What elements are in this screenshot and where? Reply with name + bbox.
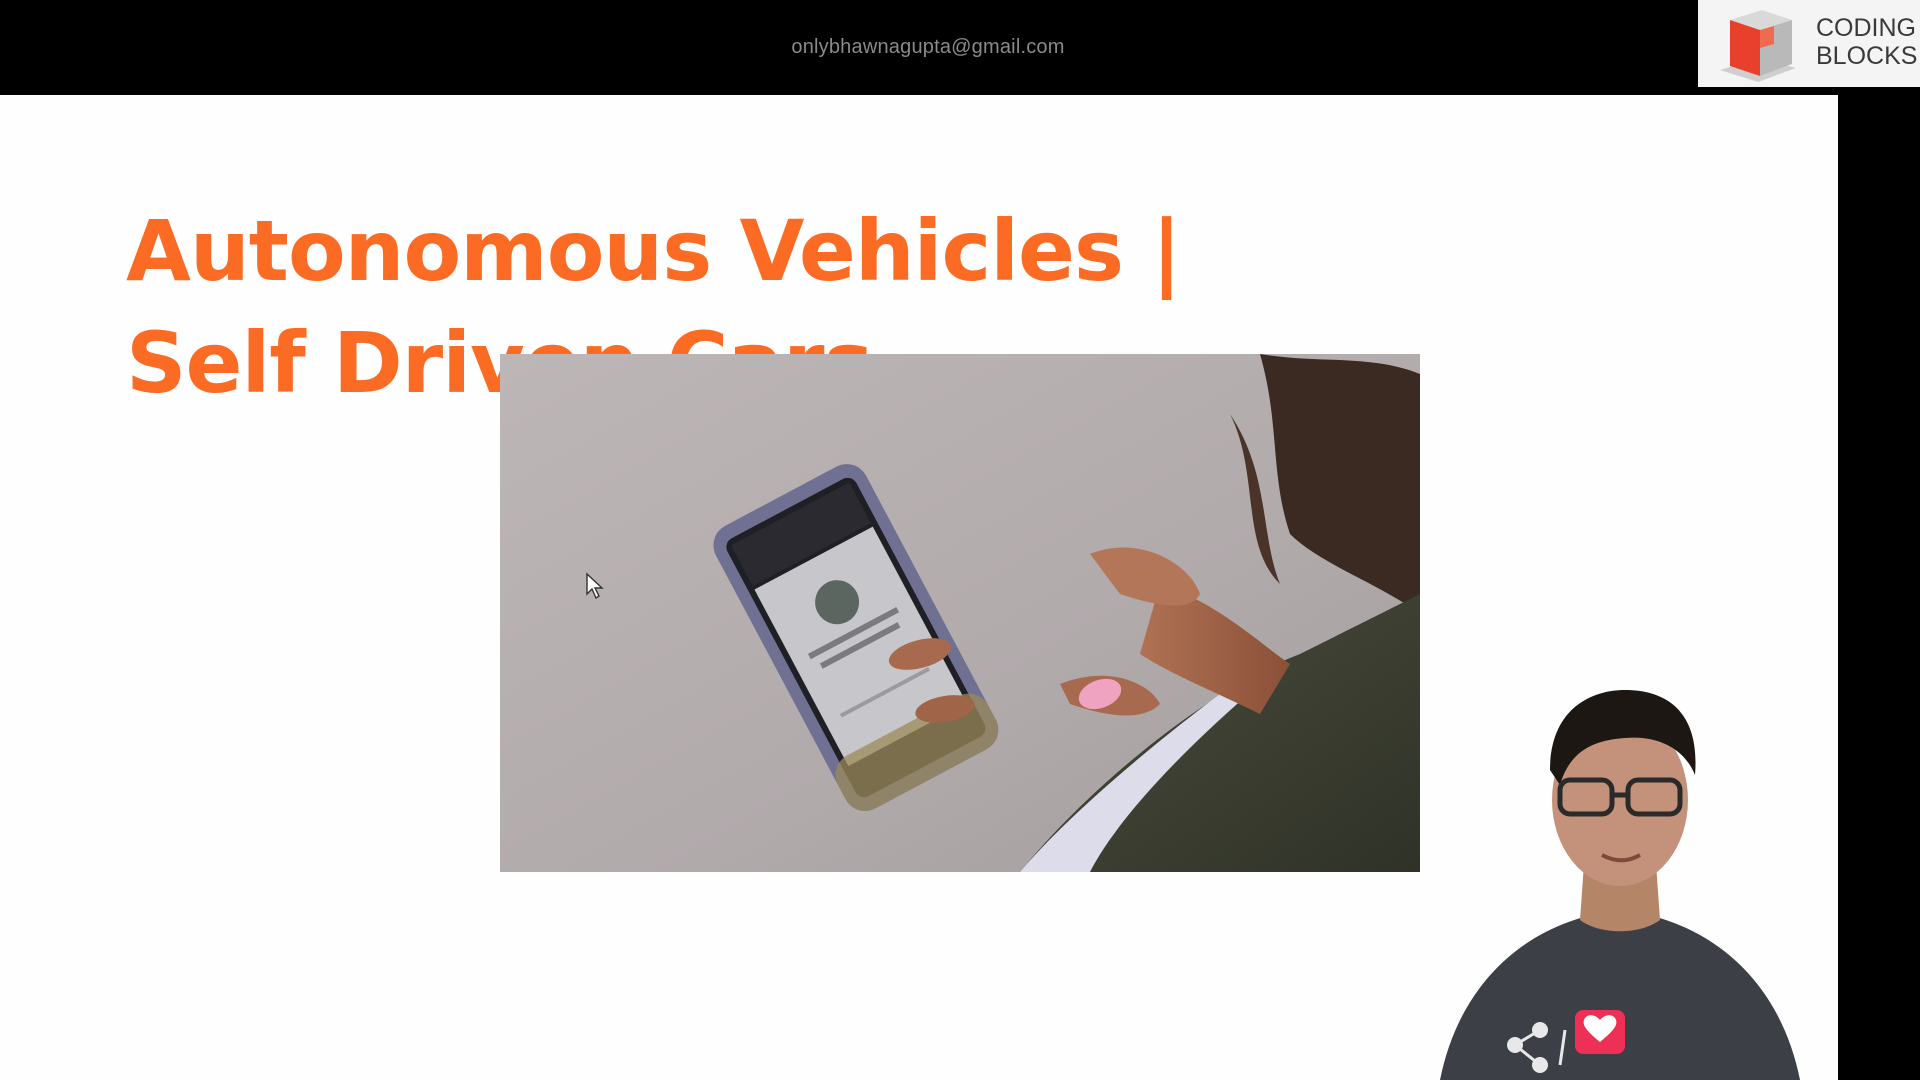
watermark-email: onlybhawnagupta@gmail.com bbox=[791, 36, 1065, 58]
logo-line-1: CODING bbox=[1816, 14, 1916, 42]
slide-photo-phone-in-hand bbox=[500, 354, 1420, 872]
logo-line-2: BLOCKS bbox=[1816, 42, 1918, 70]
presenter-webcam bbox=[1440, 690, 1800, 1080]
mouse-cursor-icon bbox=[586, 572, 604, 600]
top-bar: onlybhawnagupta@gmail.com bbox=[0, 0, 1698, 95]
coding-blocks-logo: CODING BLOCKS bbox=[1698, 0, 1920, 87]
heart-icon bbox=[1575, 1010, 1625, 1054]
video-frame: onlybhawnagupta@gmail.com CODING BLOCKS … bbox=[0, 0, 1920, 1080]
slide-title-line-1: Autonomous Vehicles | bbox=[126, 202, 1182, 300]
cube-logo-icon bbox=[1720, 10, 1796, 82]
logo-wordmark: CODING BLOCKS bbox=[1816, 14, 1917, 70]
